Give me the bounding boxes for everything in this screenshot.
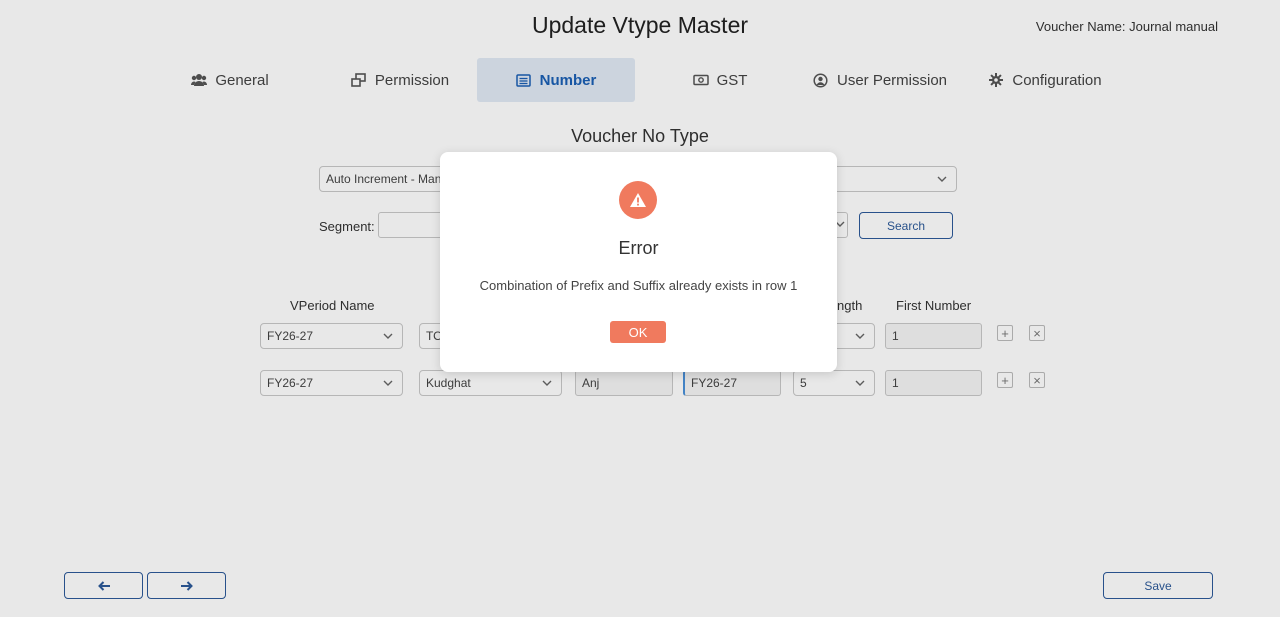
dialog-message: Combination of Prefix and Suffix already… [479,278,798,293]
warning-icon [619,181,657,219]
dialog-title: Error [618,238,659,258]
ok-button[interactable]: OK [610,321,666,343]
error-dialog: Error Combination of Prefix and Suffix a… [440,152,837,372]
